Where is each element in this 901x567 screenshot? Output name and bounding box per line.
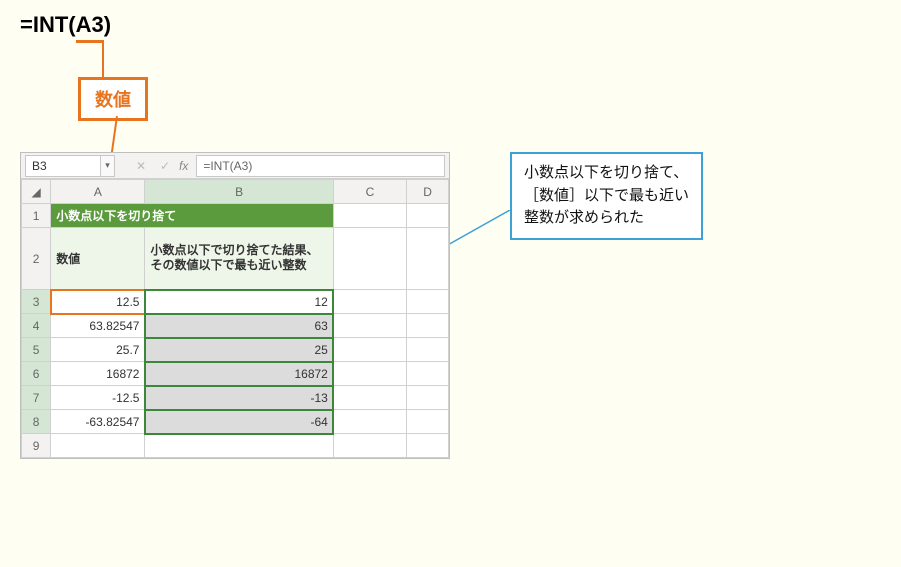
callout-line3: 整数が求められた (524, 209, 644, 226)
cell-b3-text: 12 (315, 295, 328, 309)
cell-a8[interactable]: -63.82547 (51, 410, 145, 434)
cell-b6-text: 16872 (294, 367, 327, 381)
cell-a8-text: -63.82547 (85, 415, 139, 429)
cell-a1-b1[interactable]: 小数点以下を切り捨て (51, 204, 334, 228)
cell-d4[interactable] (407, 314, 449, 338)
cell-c4[interactable] (333, 314, 406, 338)
name-box-value: B3 (32, 159, 47, 173)
formula-bar-input[interactable]: =INT(A3) (196, 155, 445, 177)
col-header-d[interactable]: D (407, 180, 449, 204)
cell-b3[interactable]: 12 (145, 290, 333, 314)
fx-label[interactable]: fx (179, 159, 188, 173)
row-header-9[interactable]: 9 (22, 434, 51, 458)
row-header-5[interactable]: 5 (22, 338, 51, 362)
cell-d6[interactable] (407, 362, 449, 386)
cell-a5-text: 25.7 (116, 343, 139, 357)
cell-d9[interactable] (407, 434, 449, 458)
cell-d8[interactable] (407, 410, 449, 434)
cell-d1[interactable] (407, 204, 449, 228)
formula-bar-row: B3 ▾ ✕ ✓ fx =INT(A3) (21, 153, 449, 179)
row-header-8[interactable]: 8 (22, 410, 51, 434)
cell-a9[interactable] (51, 434, 145, 458)
cell-a5[interactable]: 25.7 (51, 338, 145, 362)
formula-arg: A3 (76, 12, 104, 37)
cell-c6[interactable] (333, 362, 406, 386)
cell-b8-text: -64 (311, 415, 328, 429)
cancel-icon[interactable]: ✕ (133, 159, 149, 173)
cell-a4-text: 63.82547 (89, 319, 139, 333)
callout-line2: ［数値］以下で最も近い (524, 187, 689, 204)
cell-b5[interactable]: 25 (145, 338, 333, 362)
connector-line-orange-top (102, 43, 104, 77)
cell-c9[interactable] (333, 434, 406, 458)
cell-a7-text: -12.5 (112, 391, 139, 405)
cell-b2[interactable]: 小数点以下で切り捨てた結果、その数値以下で最も近い整数 (145, 228, 333, 290)
cell-b7[interactable]: -13 (145, 386, 333, 410)
formula-suffix: ) (104, 12, 111, 37)
cell-c3[interactable] (333, 290, 406, 314)
cell-c5[interactable] (333, 338, 406, 362)
cell-b7-text: -13 (311, 391, 328, 405)
cell-b4[interactable]: 63 (145, 314, 333, 338)
argument-label-box: 数値 (78, 77, 148, 121)
cell-a6[interactable]: 16872 (51, 362, 145, 386)
col-header-c[interactable]: C (333, 180, 406, 204)
explanation-callout: 小数点以下を切り捨て、 ［数値］以下で最も近い 整数が求められた (510, 152, 703, 240)
formula-bar-buttons: ✕ ✓ (133, 159, 173, 173)
cell-b5-text: 25 (315, 343, 328, 357)
row-header-2[interactable]: 2 (22, 228, 51, 290)
cell-a2-text: 数値 (56, 250, 80, 267)
cell-a7[interactable]: -12.5 (51, 386, 145, 410)
cell-d3[interactable] (407, 290, 449, 314)
cell-a3-text: 12.5 (116, 295, 139, 309)
cell-a2[interactable]: 数値 (51, 228, 145, 290)
excel-window: B3 ▾ ✕ ✓ fx =INT(A3) ◢ A B C D 1 小数点以下を切… (20, 152, 450, 459)
cell-b2-text: 小数点以下で切り捨てた結果、その数値以下で最も近い整数 (150, 243, 327, 274)
col-header-b[interactable]: B (145, 180, 333, 204)
formula-prefix: =INT( (20, 12, 76, 37)
cell-title-text: 小数点以下を切り捨て (56, 207, 176, 224)
formula-arg-underline (76, 40, 104, 43)
cell-a3[interactable]: 12.5 (51, 290, 145, 314)
formula-bar-text: =INT(A3) (203, 159, 252, 173)
spreadsheet-grid[interactable]: ◢ A B C D 1 小数点以下を切り捨て 2 数値 小数点以下で切り捨てた結… (21, 179, 449, 458)
row-header-7[interactable]: 7 (22, 386, 51, 410)
select-all-corner[interactable]: ◢ (22, 180, 51, 204)
cell-b4-text: 63 (315, 319, 328, 333)
name-box-dropdown[interactable]: ▾ (101, 155, 115, 177)
cell-a4[interactable]: 63.82547 (51, 314, 145, 338)
col-header-a[interactable]: A (51, 180, 145, 204)
name-box[interactable]: B3 (25, 155, 101, 177)
cell-c2[interactable] (333, 228, 406, 290)
row-header-3[interactable]: 3 (22, 290, 51, 314)
argument-label-text: 数値 (95, 90, 131, 110)
cell-c7[interactable] (333, 386, 406, 410)
page-formula-title: =INT(A3) (20, 12, 111, 38)
confirm-icon[interactable]: ✓ (157, 159, 173, 173)
cell-b8[interactable]: -64 (145, 410, 333, 434)
cell-d2[interactable] (407, 228, 449, 290)
cell-c1[interactable] (333, 204, 406, 228)
callout-line1: 小数点以下を切り捨て、 (524, 164, 688, 181)
cell-d7[interactable] (407, 386, 449, 410)
cell-b9[interactable] (145, 434, 333, 458)
cell-c8[interactable] (333, 410, 406, 434)
row-header-1[interactable]: 1 (22, 204, 51, 228)
cell-b6[interactable]: 16872 (145, 362, 333, 386)
row-header-4[interactable]: 4 (22, 314, 51, 338)
cell-a6-text: 16872 (106, 367, 139, 381)
cell-d5[interactable] (407, 338, 449, 362)
row-header-6[interactable]: 6 (22, 362, 51, 386)
